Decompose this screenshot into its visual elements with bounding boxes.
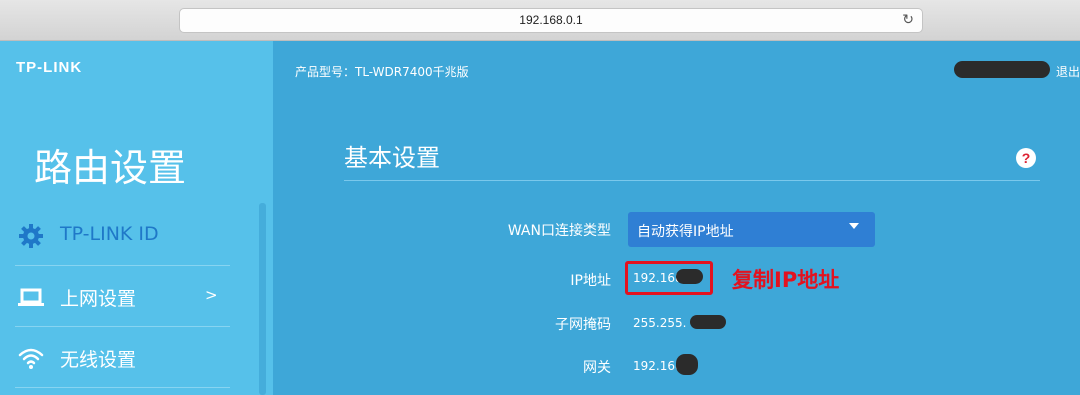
highlight-box [625, 261, 713, 295]
help-icon[interactable]: ? [1016, 148, 1036, 168]
sidebar-item-label: 上网设置 [60, 288, 137, 310]
sidebar-item-label: TP-LINK ID [60, 223, 159, 245]
product-model: 产品型号：TL-WDR7400千兆版 [295, 65, 469, 79]
sidebar-scrollbar[interactable] [259, 203, 266, 395]
wan-type-label: WAN口连接类型 [507, 223, 611, 239]
gear-icon [17, 223, 45, 248]
address-bar[interactable]: 192.168.0.1 ↻ [179, 8, 923, 33]
sidebar: TP-LINK 路由设置 TP-LINK ID 上网设置 > 无线设置 [0, 41, 273, 395]
main-panel: 产品型号：TL-WDR7400千兆版 退出 基本设置 ? WAN口连接类型 自动… [273, 41, 1080, 395]
wan-type-value: 自动获得IP地址 [637, 224, 734, 240]
wan-type-select[interactable]: 自动获得IP地址 [628, 212, 875, 247]
sidebar-item-label: 无线设置 [60, 349, 137, 371]
annotation-copy-ip: 复制IP地址 [732, 268, 840, 292]
sidebar-item-wireless-settings[interactable]: 无线设置 [15, 327, 230, 388]
reload-icon[interactable]: ↻ [902, 12, 914, 28]
sidebar-title: 路由设置 [34, 146, 187, 190]
redacted-gateway [676, 354, 698, 375]
gateway-label: 网关 [583, 360, 611, 376]
chevron-right-icon: > [205, 286, 218, 304]
subnet-mask-value: 255.255. [633, 316, 687, 330]
laptop-icon [17, 284, 45, 308]
panel-title: 基本设置 [344, 144, 440, 172]
divider [344, 180, 1040, 181]
browser-toolbar: 192.168.0.1 ↻ [0, 0, 1080, 41]
wifi-icon [17, 345, 45, 369]
redacted-mask [690, 315, 726, 329]
ip-label: IP地址 [570, 273, 611, 289]
sidebar-item-internet-settings[interactable]: 上网设置 > [15, 266, 230, 327]
url-text: 192.168.0.1 [519, 13, 583, 27]
tp-link-logo: TP-LINK [16, 59, 83, 76]
sidebar-item-tp-link-id[interactable]: TP-LINK ID [15, 205, 230, 266]
subnet-mask-label: 子网掩码 [555, 317, 611, 333]
dropdown-caret-icon [849, 223, 859, 229]
logout-link[interactable]: 退出 [1056, 63, 1080, 80]
redacted-username [954, 61, 1050, 78]
